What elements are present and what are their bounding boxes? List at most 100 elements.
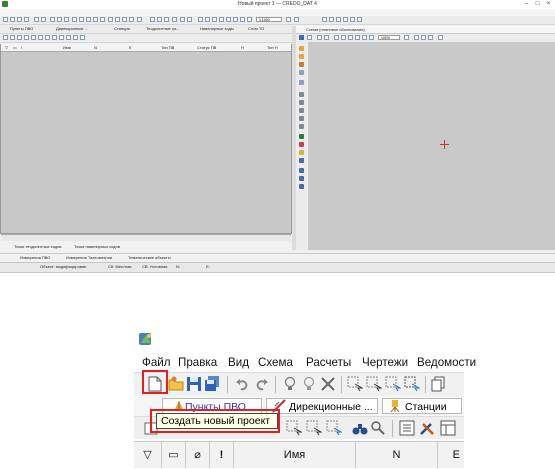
zoom-menu-scheme[interactable]: Схема: [258, 353, 293, 372]
tool-icon-k[interactable]: [226, 17, 231, 22]
col-n[interactable]: N: [94, 44, 97, 51]
circle-icon[interactable]: [299, 184, 304, 189]
select-icon-zoom[interactable]: [347, 376, 363, 392]
options-icon[interactable]: [438, 35, 443, 40]
horizontal-scrollbar[interactable]: [1, 234, 291, 241]
refresh-icon[interactable]: [334, 35, 339, 40]
table-properties-icon[interactable]: [399, 420, 415, 436]
grid-icon[interactable]: [286, 17, 291, 22]
tool-icon-j[interactable]: [219, 17, 224, 22]
tool-icon-d[interactable]: [172, 17, 177, 22]
cursor-icon[interactable]: [299, 158, 304, 163]
delete-icon[interactable]: [64, 17, 69, 22]
find-replace-icon[interactable]: [370, 420, 386, 436]
angle-icon[interactable]: [299, 92, 304, 97]
col-pv-status[interactable]: Статус ПВ: [197, 44, 216, 51]
undo-view-icon[interactable]: [317, 35, 322, 40]
tab-directional[interactable]: Дирекционные ...: [56, 25, 88, 32]
bind-icon[interactable]: [59, 35, 64, 40]
bulb-on-icon[interactable]: [282, 376, 298, 392]
col-h-type[interactable]: Тип Н: [267, 44, 278, 51]
window-icon-f[interactable]: [350, 17, 355, 22]
zoom-col-name[interactable]: Имя: [234, 442, 356, 468]
save-all-icon[interactable]: [24, 17, 29, 22]
col-pv-type[interactable]: Тип ПВ: [161, 44, 174, 51]
tab-stations[interactable]: Станции: [114, 25, 130, 32]
state-column-icon[interactable]: ▭: [162, 442, 186, 468]
draw-point-icon[interactable]: [299, 46, 304, 51]
tab-leveling[interactable]: Нивелирные ходы: [200, 25, 234, 32]
redo-view-icon[interactable]: [324, 35, 329, 40]
pan-icon[interactable]: [341, 35, 346, 40]
azimuth-icon[interactable]: [299, 108, 304, 113]
tab-layers[interactable]: Слои ТО: [248, 25, 264, 32]
select-row-icon-zoom[interactable]: [286, 420, 302, 436]
mark-icon[interactable]: [299, 142, 304, 147]
redo-icon-zoom[interactable]: [254, 376, 270, 392]
select-add-icon[interactable]: [79, 17, 84, 22]
invert-select-icon[interactable]: [45, 35, 50, 40]
save-project-icon[interactable]: [186, 376, 202, 392]
tab-theodolite[interactable]: Теодолитные хо...: [146, 25, 179, 32]
tab-pvo-points[interactable]: Пункты ПВО: [10, 25, 33, 32]
tools-icon[interactable]: [73, 35, 78, 40]
layout-icon[interactable]: [440, 420, 456, 436]
edit-icon[interactable]: [3, 35, 8, 40]
delete-icon-zoom[interactable]: [320, 376, 336, 392]
delete-row-icon[interactable]: [10, 35, 15, 40]
tab-pvo-measurements[interactable]: Измерения ПВО: [20, 254, 50, 262]
tool-icon-n[interactable]: [247, 17, 252, 22]
node-icon[interactable]: [299, 134, 304, 139]
select-remove-icon[interactable]: [86, 17, 91, 22]
export-icon[interactable]: [80, 35, 85, 40]
tool-icon-b[interactable]: [157, 17, 162, 22]
window-icon-a[interactable]: [294, 17, 299, 22]
tab-tacheometry[interactable]: Измерения Тахеометрии: [66, 254, 112, 262]
zoom-select[interactable]: 100%: [378, 35, 400, 40]
select-all-icon[interactable]: [38, 35, 43, 40]
table-settings-icon[interactable]: [66, 35, 71, 40]
select-add-icon-zoom[interactable]: [366, 376, 382, 392]
window-icon-d[interactable]: [336, 17, 341, 22]
offset-icon[interactable]: [299, 116, 304, 121]
bulb-off-icon[interactable]: [57, 17, 62, 22]
filter-icon[interactable]: [17, 35, 22, 40]
bulb-off-icon-zoom[interactable]: [301, 376, 317, 392]
find-icon[interactable]: [52, 35, 57, 40]
tab-theodolite-points[interactable]: Точки теодолитных ходов: [14, 243, 61, 251]
tool-icon-i[interactable]: [212, 17, 217, 22]
zoom-menu-calc[interactable]: Расчеты: [306, 353, 351, 372]
zoom-col-n[interactable]: N: [356, 442, 438, 468]
select-remove-icon-zoom[interactable]: [385, 376, 401, 392]
save-all-project-icon[interactable]: [204, 376, 220, 392]
tab-thematic[interactable]: Тематические объекты: [128, 254, 171, 262]
col-h[interactable]: H: [241, 44, 244, 51]
distance-icon[interactable]: [299, 100, 304, 105]
undo-icon[interactable]: [34, 17, 39, 22]
copy-icon[interactable]: [100, 17, 105, 22]
bulb-icon[interactable]: [50, 17, 55, 22]
flag-icon[interactable]: [299, 150, 304, 155]
zoom-window-icon[interactable]: [348, 35, 353, 40]
zoom-menu-reports[interactable]: Ведомости: [417, 353, 476, 372]
tool-icon-h[interactable]: [205, 17, 210, 22]
window-icon-c[interactable]: [329, 17, 334, 22]
tool-icon-a[interactable]: [150, 17, 155, 22]
zoom-menu-drawings[interactable]: Чертежи: [362, 353, 408, 372]
draw-station-icon[interactable]: [299, 54, 304, 59]
maximize-icon[interactable]: □: [533, 1, 542, 8]
open-project-icon[interactable]: [168, 376, 184, 392]
text-icon[interactable]: [299, 168, 304, 173]
tool-icon-c[interactable]: [164, 17, 169, 22]
tool-icon-m[interactable]: [240, 17, 245, 22]
filter-scheme-icon[interactable]: [307, 35, 312, 40]
table-icon[interactable]: [108, 17, 113, 22]
attachment-column-icon[interactable]: ⌀: [186, 442, 210, 468]
new-file-icon[interactable]: [3, 17, 8, 22]
col-e[interactable]: E: [129, 44, 132, 51]
save-icon[interactable]: [17, 17, 22, 22]
window-icon-g[interactable]: [357, 17, 362, 22]
window-icon-e[interactable]: [343, 17, 348, 22]
tab-leveling-points[interactable]: Точки нивелирных ходов: [74, 243, 120, 251]
open-folder-icon[interactable]: [10, 17, 15, 22]
